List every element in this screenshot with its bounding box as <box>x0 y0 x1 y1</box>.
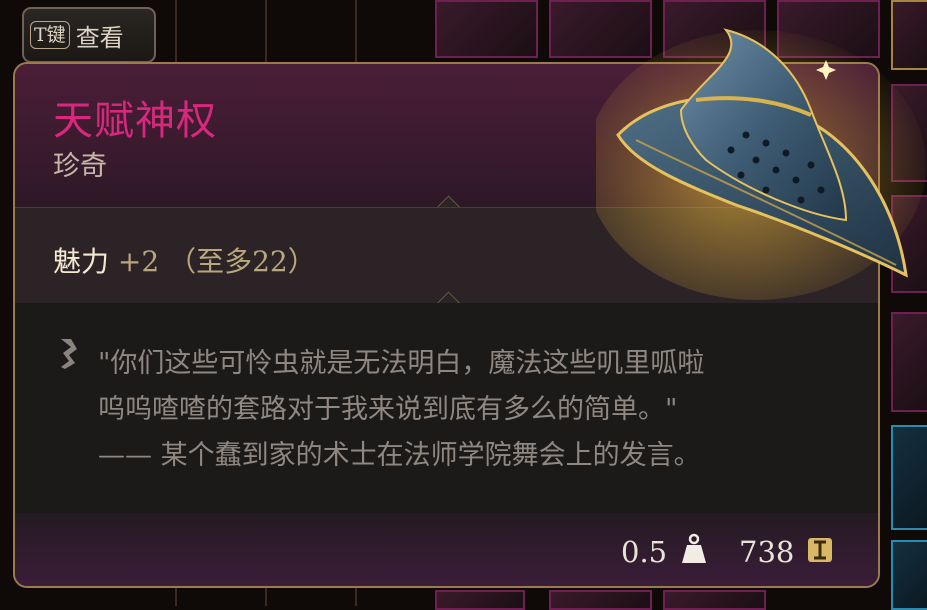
inventory-slot[interactable] <box>435 590 525 610</box>
inventory-slot[interactable] <box>891 312 927 412</box>
lore-line: 呜呜喳喳的套路对于我来说到底有多么的简单。" <box>98 394 678 425</box>
stat-label: 魅力 <box>53 245 110 278</box>
gold-coin-icon <box>808 538 832 562</box>
lore-line: —— 某个蠢到家的术士在法师学院舞会上的发言。 <box>98 440 701 471</box>
tooltip-footer: 0.5 738 <box>15 513 878 586</box>
weight-value: 0.5 <box>621 535 668 569</box>
item-name: 天赋神权 <box>53 98 217 144</box>
inspect-label: 查看 <box>75 23 124 52</box>
feather-icon <box>61 339 77 369</box>
stat-line: 魅力 +2 （至多22） <box>53 240 316 280</box>
inspect-key-hint[interactable]: T键 查看 <box>22 7 156 63</box>
inventory-slot[interactable] <box>549 590 652 610</box>
inventory-slot[interactable] <box>435 0 538 58</box>
t-key-cap: T键 <box>30 21 70 49</box>
inventory-slot[interactable] <box>891 540 927 610</box>
lore-text: "你们这些可怜虫就是无法明白，魔法这些叽里呱啦 呜呜喳喳的套路对于我来说到底有多… <box>98 341 858 479</box>
item-rarity: 珍奇 <box>53 151 107 182</box>
price-value: 738 <box>739 535 795 569</box>
weight-icon <box>682 533 706 563</box>
lore-line: "你们这些可怜虫就是无法明白，魔法这些叽里呱啦 <box>98 348 705 379</box>
inventory-slot[interactable] <box>663 590 766 610</box>
lore-section: "你们这些可怜虫就是无法明白，魔法这些叽里呱啦 呜呜喳喳的套路对于我来说到底有多… <box>15 303 878 513</box>
stat-value: +2 （至多22） <box>117 245 316 278</box>
wizard-hat-icon <box>596 28 926 300</box>
inventory-slot[interactable] <box>891 425 927 530</box>
